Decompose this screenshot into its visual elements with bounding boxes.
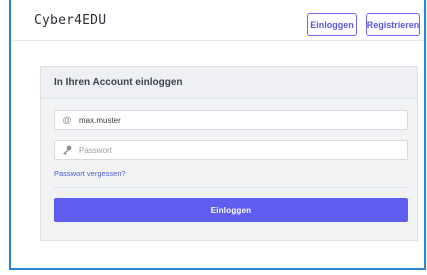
at-icon: @: [62, 115, 72, 125]
brand-logo[interactable]: Cyber4EDU: [34, 13, 106, 28]
divider: [54, 187, 408, 188]
login-card-title: In Ihren Account einloggen: [54, 77, 183, 88]
password-input[interactable]: [79, 143, 399, 157]
login-card: In Ihren Account einloggen @ Passwort ve…: [40, 66, 418, 241]
forgot-password-link[interactable]: Passwort vergessen?: [54, 169, 126, 178]
password-field[interactable]: [54, 140, 408, 160]
login-card-header: In Ihren Account einloggen: [41, 67, 417, 99]
username-field[interactable]: @: [54, 110, 408, 130]
login-submit-button[interactable]: Einloggen: [54, 198, 408, 222]
app-window: Cyber4EDU Einloggen Registrieren In Ihre…: [9, 0, 426, 270]
nav-login-button[interactable]: Einloggen: [307, 13, 357, 36]
top-navbar: Cyber4EDU Einloggen Registrieren: [11, 0, 424, 41]
key-icon: [62, 145, 72, 156]
nav-register-button[interactable]: Registrieren: [366, 13, 420, 36]
username-input[interactable]: [79, 113, 399, 127]
